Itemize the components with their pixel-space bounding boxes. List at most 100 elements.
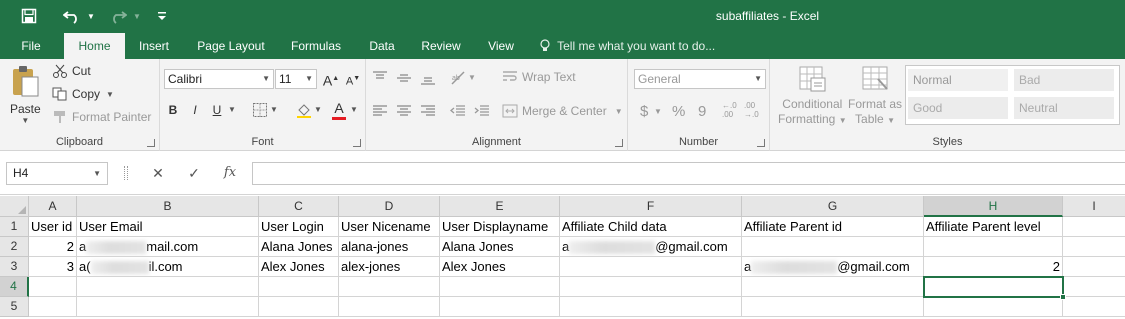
row-header-4[interactable]: 4	[0, 277, 29, 297]
cell-b5[interactable]	[77, 297, 259, 317]
column-header-b[interactable]: B	[77, 196, 259, 217]
tab-insert[interactable]: Insert	[130, 33, 178, 59]
fill-color-dropdown-icon[interactable]: ▼	[314, 105, 322, 114]
formula-input[interactable]	[252, 162, 1125, 185]
cell-h2[interactable]	[924, 237, 1063, 257]
bold-button[interactable]: B	[164, 101, 182, 119]
tab-view[interactable]: View	[480, 33, 522, 59]
increase-font-size-button[interactable]: A▲	[322, 70, 340, 89]
percent-button[interactable]: %	[672, 103, 685, 120]
column-header-e[interactable]: E	[440, 196, 560, 217]
align-left-icon[interactable]	[372, 103, 388, 119]
cell-d5[interactable]	[339, 297, 440, 317]
increase-decimal-button[interactable]: ←.0 .00	[722, 101, 737, 119]
cell-g3[interactable]: a @gmail.com	[742, 257, 924, 277]
align-right-icon[interactable]	[420, 103, 436, 119]
align-top-icon[interactable]	[372, 70, 388, 86]
cell-i2[interactable]	[1063, 237, 1125, 257]
row-header-5[interactable]: 5	[0, 297, 29, 317]
cell-f2[interactable]: a @gmail.com	[560, 237, 742, 257]
cell-b4[interactable]	[77, 277, 259, 297]
cancel-icon[interactable]: ✕	[148, 164, 168, 182]
cell-c3[interactable]: Alex Jones	[259, 257, 339, 277]
style-neutral[interactable]: Neutral	[1014, 97, 1114, 119]
number-launcher-icon[interactable]	[757, 139, 765, 147]
underline-dropdown-icon[interactable]: ▼	[228, 105, 236, 114]
font-color-dropdown-icon[interactable]: ▼	[350, 105, 358, 114]
cell-g2[interactable]	[742, 237, 924, 257]
style-good[interactable]: Good	[908, 97, 1008, 119]
merge-center-button[interactable]: Merge & Center ▼	[502, 104, 623, 118]
cell-i3[interactable]	[1063, 257, 1125, 277]
number-format-select[interactable]: General ▼	[634, 69, 766, 89]
cell-e1[interactable]: User Displayname	[440, 217, 560, 237]
column-header-h[interactable]: H	[924, 196, 1063, 217]
font-color-button[interactable]: A	[330, 99, 348, 120]
enter-icon[interactable]: ✓	[184, 164, 204, 182]
copy-button[interactable]: Copy ▼	[52, 87, 114, 101]
column-header-d[interactable]: D	[339, 196, 440, 217]
column-header-c[interactable]: C	[259, 196, 339, 217]
cell-i1[interactable]	[1063, 217, 1125, 237]
cell-a1[interactable]: User id	[29, 217, 77, 237]
currency-button[interactable]: $	[640, 103, 648, 120]
orientation-dropdown-icon[interactable]: ▼	[468, 73, 476, 82]
insert-function-icon[interactable]: fx	[220, 164, 240, 182]
cell-a5[interactable]	[29, 297, 77, 317]
cell-g4[interactable]	[742, 277, 924, 297]
cell-i4[interactable]	[1063, 277, 1125, 297]
format-as-table-button[interactable]: Format as Table ▼	[848, 65, 902, 128]
tab-home[interactable]: Home	[64, 33, 125, 59]
cell-d2[interactable]: alana-jones	[339, 237, 440, 257]
cell-d1[interactable]: User Nicename	[339, 217, 440, 237]
fill-color-icon[interactable]	[296, 102, 312, 118]
cell-h3[interactable]: 2	[924, 257, 1063, 277]
name-box[interactable]: H4 ▼	[6, 162, 108, 185]
tell-me-search[interactable]: Tell me what you want to do...	[540, 33, 715, 59]
cell-b1[interactable]: User Email	[77, 217, 259, 237]
format-painter-button[interactable]: Format Painter	[52, 110, 151, 124]
cell-h5[interactable]	[924, 297, 1063, 317]
cell-f4[interactable]	[560, 277, 742, 297]
orientation-icon[interactable]: ab	[450, 70, 466, 86]
cell-f1[interactable]: Affiliate Child data	[560, 217, 742, 237]
column-header-a[interactable]: A	[29, 196, 77, 217]
clipboard-launcher-icon[interactable]	[147, 139, 155, 147]
borders-dropdown-icon[interactable]: ▼	[270, 105, 278, 114]
cell-e4[interactable]	[440, 277, 560, 297]
style-bad[interactable]: Bad	[1014, 69, 1114, 91]
underline-button[interactable]: U	[208, 101, 226, 119]
cell-g5[interactable]	[742, 297, 924, 317]
cell-a3[interactable]: 3	[29, 257, 77, 277]
borders-icon[interactable]	[252, 102, 268, 118]
alignment-launcher-icon[interactable]	[615, 139, 623, 147]
font-size-select[interactable]: 11 ▼	[275, 69, 317, 89]
cell-c4[interactable]	[259, 277, 339, 297]
cell-a4[interactable]	[29, 277, 77, 297]
column-header-f[interactable]: F	[560, 196, 742, 217]
cell-e5[interactable]	[440, 297, 560, 317]
cell-b3[interactable]: a(il.com	[77, 257, 259, 277]
row-header-1[interactable]: 1	[0, 217, 29, 237]
cell-c1[interactable]: User Login	[259, 217, 339, 237]
formula-bar-grip[interactable]	[124, 166, 128, 180]
cell-i5[interactable]	[1063, 297, 1125, 317]
column-header-i[interactable]: I	[1063, 196, 1125, 217]
font-launcher-icon[interactable]	[353, 139, 361, 147]
cell-c2[interactable]: Alana Jones	[259, 237, 339, 257]
paste-button[interactable]: Paste ▼	[10, 65, 41, 125]
decrease-decimal-button[interactable]: .00 →.0	[744, 101, 759, 119]
increase-indent-icon[interactable]	[474, 103, 490, 119]
cell-h1[interactable]: Affiliate Parent level	[924, 217, 1063, 237]
cell-f3[interactable]	[560, 257, 742, 277]
select-all-button[interactable]	[0, 196, 29, 217]
cell-d4[interactable]	[339, 277, 440, 297]
decrease-indent-icon[interactable]	[449, 103, 466, 119]
align-middle-icon[interactable]	[396, 70, 412, 86]
cell-d3[interactable]: alex-jones	[339, 257, 440, 277]
tab-formulas[interactable]: Formulas	[283, 33, 349, 59]
cell-e3[interactable]: Alex Jones	[440, 257, 560, 277]
align-center-icon[interactable]	[396, 103, 412, 119]
italic-button[interactable]: I	[186, 101, 204, 119]
tab-data[interactable]: Data	[360, 33, 404, 59]
